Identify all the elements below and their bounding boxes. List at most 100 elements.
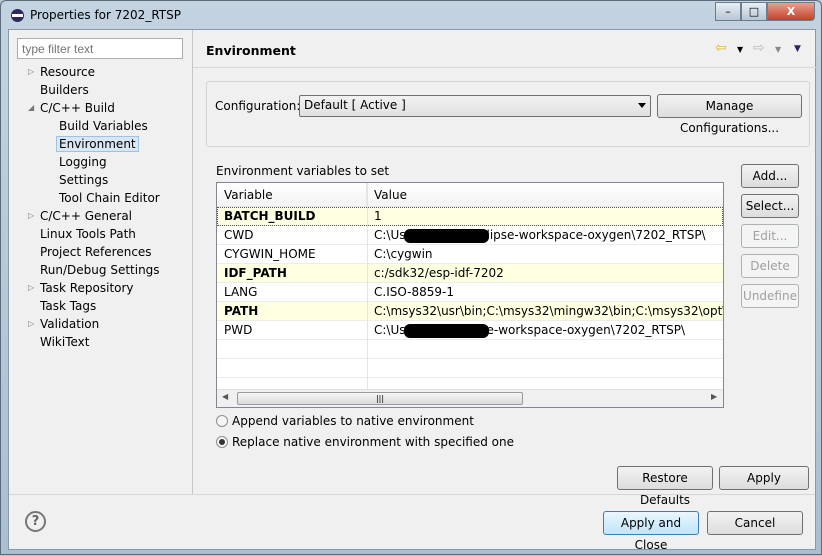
tree-item[interactable]: Logging	[59, 153, 107, 171]
tree-item-label: WikiText	[40, 335, 90, 349]
tree-item[interactable]: Linux Tools Path	[40, 225, 136, 243]
table-label: Environment variables to set	[216, 164, 390, 178]
table-row[interactable]: IDF_PATH c:/sdk32/esp-idf-7202	[217, 264, 723, 283]
properties-window: Properties for 7202_RTSP – □ X ▷ Resource…	[0, 0, 822, 555]
tree-item[interactable]: ▷ Resource	[28, 63, 95, 81]
chevron-down-icon	[638, 103, 646, 108]
view-menu-icon[interactable]: ▼	[794, 44, 801, 54]
value-text: 1	[374, 209, 382, 223]
value-cell: 1	[374, 207, 382, 225]
tree-item-label: Environment	[56, 136, 139, 152]
tree-item-label: C/C++ General	[40, 209, 133, 223]
append-radio[interactable]	[216, 415, 228, 427]
variable-cell: CWD	[224, 228, 254, 242]
add-button[interactable]: Add...	[741, 164, 799, 188]
variable-cell: PATH	[224, 304, 259, 318]
edit-button[interactable]: Edit...	[741, 224, 799, 248]
redaction-mark	[403, 228, 489, 243]
value-cell: C.ISO-8859-1	[374, 283, 454, 301]
table-row[interactable]: PATH C:\msys32\usr\bin;C:\msys32\mingw32\…	[217, 302, 723, 321]
expand-arrow-icon[interactable]: ▷	[28, 315, 34, 333]
variable-cell: BATCH_BUILD	[224, 209, 316, 223]
cancel-button[interactable]: Cancel	[707, 511, 803, 535]
expand-arrow-icon[interactable]: ▷	[28, 207, 34, 225]
scrollbar-thumb[interactable]: |||	[237, 392, 523, 405]
collapse-arrow-icon[interactable]: ◢	[28, 99, 34, 117]
configuration-label: Configuration:	[215, 99, 301, 113]
value-prefix: C:\Us	[374, 323, 406, 337]
undefine-button[interactable]: Undefine	[741, 284, 799, 308]
eclipse-icon	[11, 9, 24, 22]
tree-item[interactable]: Tool Chain Editor	[59, 189, 160, 207]
tree-item[interactable]: ▷ Task Repository	[28, 279, 134, 297]
filter-input[interactable]	[17, 38, 183, 59]
expand-arrow-icon[interactable]: ▷	[28, 279, 34, 297]
table-row[interactable]: CYGWIN_HOME C:\cygwin	[217, 245, 723, 264]
close-button[interactable]: X	[767, 2, 815, 21]
tree-item[interactable]: ▷ Validation	[28, 315, 99, 333]
tree-item[interactable]: Settings	[59, 171, 108, 189]
configuration-select[interactable]: Default [ Active ]	[299, 95, 651, 117]
value-cell: C:\msys32\usr\bin;C:\msys32\mingw32\bin;…	[374, 302, 723, 320]
value-text: C:\cygwin	[374, 247, 433, 261]
tree-item-label: Builders	[40, 83, 89, 97]
table-row[interactable]: LANG C.ISO-8859-1	[217, 283, 723, 302]
value-text: C.ISO-8859-1	[374, 285, 454, 299]
restore-defaults-button[interactable]: Restore Defaults	[617, 466, 713, 507]
tree-item[interactable]: Project References	[40, 243, 152, 261]
tree-item[interactable]: Run/Debug Settings	[40, 261, 160, 279]
window-title: Properties for 7202_RTSP	[30, 8, 181, 22]
apply-and-close-button[interactable]: Apply and Close	[603, 511, 699, 552]
minimize-button[interactable]: –	[715, 2, 741, 21]
tree-item-label: Run/Debug Settings	[40, 263, 160, 277]
manage-configurations-button[interactable]: Manage Configurations...	[657, 94, 802, 135]
select-button[interactable]: Select...	[741, 194, 799, 218]
tree-item[interactable]: ◢ C/C++ Build	[28, 99, 115, 117]
tree-item[interactable]: Environment	[56, 135, 139, 153]
tree-item-label: Tool Chain Editor	[59, 191, 160, 205]
replace-radio[interactable]	[216, 436, 228, 448]
header-separator	[193, 67, 816, 68]
back-menu-icon[interactable]: ▼	[737, 45, 743, 54]
column-header-value[interactable]: Value	[367, 183, 723, 207]
tree-item[interactable]: Task Tags	[40, 297, 96, 315]
tree-item[interactable]: ▷ C/C++ General	[28, 207, 133, 225]
dialog-body: ▷ Resource Builders ◢ C/C++ Build Build Varia…	[8, 29, 816, 552]
column-header-variable[interactable]: Variable	[217, 183, 367, 207]
value-suffix: e-workspace-oxygen\7202_RTSP\	[486, 323, 686, 337]
sash-divider[interactable]	[192, 30, 193, 495]
replace-radio-label[interactable]: Replace native environment with specifie…	[232, 435, 514, 449]
apply-button[interactable]: Apply	[719, 466, 809, 490]
forward-arrow-icon[interactable]: ⇨	[753, 40, 765, 56]
append-radio-label[interactable]: Append variables to native environment	[232, 414, 474, 428]
tree-item[interactable]: Build Variables	[59, 117, 148, 135]
expand-arrow-icon[interactable]: ▷	[28, 63, 34, 81]
tree-item[interactable]: WikiText	[40, 333, 90, 351]
forward-menu-icon[interactable]: ▼	[775, 45, 781, 54]
tree-item-label: Project References	[40, 245, 152, 259]
tree-item-label: Settings	[59, 173, 109, 187]
environment-table: Variable Value BATCH_BUILD 1 CWD C:\Us lipse…	[216, 182, 724, 408]
variable-cell: IDF_PATH	[224, 266, 287, 280]
tree-item-label: Task Tags	[40, 299, 97, 313]
help-icon[interactable]: ?	[25, 511, 46, 532]
delete-button[interactable]: Delete	[741, 254, 799, 278]
back-arrow-icon[interactable]: ⇦	[715, 40, 727, 56]
configuration-value: Default [ Active ]	[304, 98, 406, 112]
empty-row	[217, 340, 723, 359]
table-row[interactable]: CWD C:\Us lipse-workspace-oxygen\7202_RTSP…	[217, 226, 723, 245]
scroll-right-icon[interactable]: ▶	[711, 392, 717, 401]
tree-item[interactable]: Builders	[40, 81, 89, 99]
table-row[interactable]: BATCH_BUILD 1	[217, 207, 723, 226]
scroll-left-icon[interactable]: ◀	[222, 392, 228, 401]
variable-cell: CYGWIN_HOME	[224, 247, 316, 261]
tree-item-label: Task Repository	[40, 281, 134, 295]
maximize-button[interactable]: □	[741, 2, 767, 21]
table-row[interactable]: PWD C:\Us e-workspace-oxygen\7202_RTSP\	[217, 321, 723, 340]
column-divider	[367, 183, 368, 389]
tree-item-label: Logging	[59, 155, 107, 169]
horizontal-scrollbar[interactable]: ◀ ||| ▶	[217, 389, 723, 407]
tree-item-label: Build Variables	[59, 119, 148, 133]
tree-item-label: C/C++ Build	[40, 101, 115, 115]
tree-item-label: Linux Tools Path	[40, 227, 136, 241]
